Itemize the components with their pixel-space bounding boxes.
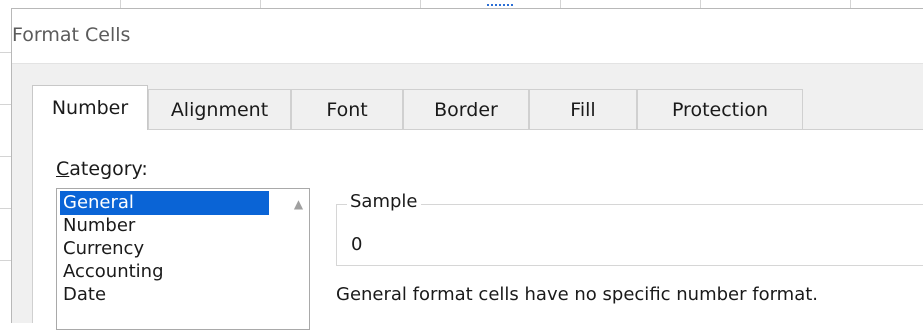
number-tab-panel: Category: General Number Currency Accoun… bbox=[32, 130, 923, 330]
category-label-rest: ategory: bbox=[69, 158, 148, 180]
sample-legend: Sample bbox=[347, 191, 421, 212]
grid-line bbox=[0, 260, 11, 261]
category-item-general[interactable]: General bbox=[60, 191, 269, 215]
category-list[interactable]: General Number Currency Accounting Date … bbox=[56, 188, 310, 330]
sample-group: Sample 0 bbox=[336, 191, 923, 266]
format-description: General format cells have no specific nu… bbox=[336, 284, 819, 305]
grid-line bbox=[700, 0, 701, 8]
grid-line bbox=[850, 0, 851, 8]
grid-line bbox=[260, 0, 261, 8]
category-item-date[interactable]: Date bbox=[60, 283, 106, 307]
category-item-accounting[interactable]: Accounting bbox=[60, 260, 164, 284]
tab-font[interactable]: Font bbox=[291, 89, 403, 129]
format-cells-dialog: Format Cells Number Alignment Font Borde… bbox=[11, 8, 923, 330]
tab-alignment[interactable]: Alignment bbox=[148, 89, 291, 129]
grid-line bbox=[0, 156, 11, 157]
spreadsheet-row-strip bbox=[0, 8, 11, 322]
grid-line bbox=[120, 0, 121, 8]
grid-line bbox=[0, 104, 11, 105]
dialog-titlebar[interactable]: Format Cells bbox=[12, 9, 923, 64]
grid-line bbox=[0, 208, 11, 209]
grid-line bbox=[560, 0, 561, 8]
grid-line bbox=[420, 0, 421, 8]
grid-line bbox=[0, 52, 11, 53]
category-label: Category: bbox=[56, 158, 148, 180]
tab-border[interactable]: Border bbox=[403, 89, 529, 129]
cell-selection-marquee bbox=[487, 0, 513, 6]
category-item-number[interactable]: Number bbox=[60, 214, 135, 238]
tab-number[interactable]: Number bbox=[32, 85, 148, 130]
tab-fill[interactable]: Fill bbox=[529, 89, 637, 129]
tab-protection[interactable]: Protection bbox=[637, 89, 803, 129]
category-label-accesskey: C bbox=[56, 158, 70, 180]
sample-value: 0 bbox=[351, 234, 363, 255]
category-item-currency[interactable]: Currency bbox=[60, 237, 144, 261]
chevron-up-icon[interactable]: ▲ bbox=[288, 197, 309, 211]
dialog-title: Format Cells bbox=[12, 24, 131, 46]
category-list-scrollbar[interactable]: ▲ bbox=[288, 189, 309, 329]
